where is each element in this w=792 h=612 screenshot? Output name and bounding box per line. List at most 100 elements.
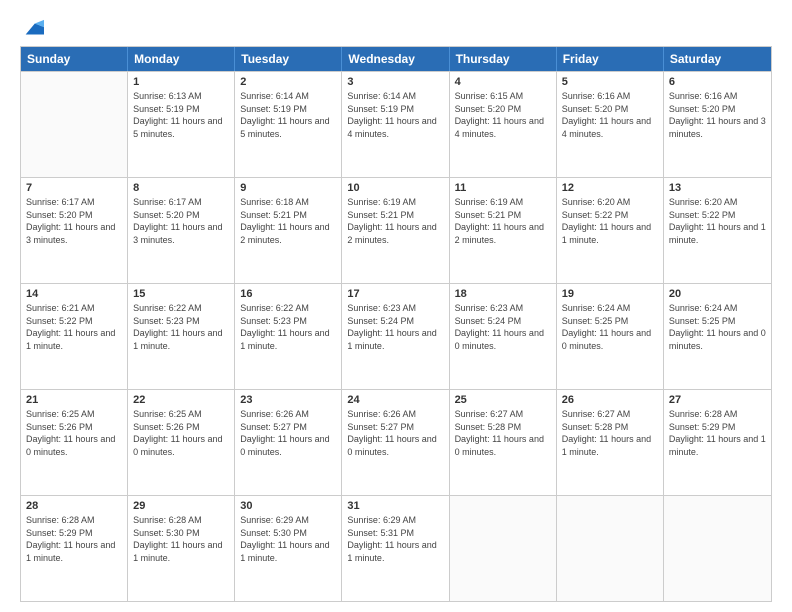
cell-info: Sunrise: 6:14 AMSunset: 5:19 PMDaylight:…	[240, 91, 329, 139]
weekday-header-monday: Monday	[128, 47, 235, 71]
calendar-cell: 3Sunrise: 6:14 AMSunset: 5:19 PMDaylight…	[342, 72, 449, 177]
day-number: 12	[562, 181, 658, 196]
calendar-cell: 19Sunrise: 6:24 AMSunset: 5:25 PMDayligh…	[557, 284, 664, 389]
calendar-body: 1Sunrise: 6:13 AMSunset: 5:19 PMDaylight…	[21, 71, 771, 601]
calendar-cell: 9Sunrise: 6:18 AMSunset: 5:21 PMDaylight…	[235, 178, 342, 283]
day-number: 14	[26, 287, 122, 302]
weekday-header-saturday: Saturday	[664, 47, 771, 71]
calendar-cell: 24Sunrise: 6:26 AMSunset: 5:27 PMDayligh…	[342, 390, 449, 495]
calendar-cell: 27Sunrise: 6:28 AMSunset: 5:29 PMDayligh…	[664, 390, 771, 495]
calendar-row-2: 14Sunrise: 6:21 AMSunset: 5:22 PMDayligh…	[21, 283, 771, 389]
cell-info: Sunrise: 6:19 AMSunset: 5:21 PMDaylight:…	[455, 197, 544, 245]
day-number: 10	[347, 181, 443, 196]
day-number: 21	[26, 393, 122, 408]
calendar-header: SundayMondayTuesdayWednesdayThursdayFrid…	[21, 47, 771, 71]
calendar: SundayMondayTuesdayWednesdayThursdayFrid…	[20, 46, 772, 602]
day-number: 30	[240, 499, 336, 514]
cell-info: Sunrise: 6:20 AMSunset: 5:22 PMDaylight:…	[669, 197, 766, 245]
cell-info: Sunrise: 6:26 AMSunset: 5:27 PMDaylight:…	[240, 409, 329, 457]
day-number: 19	[562, 287, 658, 302]
cell-info: Sunrise: 6:27 AMSunset: 5:28 PMDaylight:…	[562, 409, 651, 457]
calendar-cell: 14Sunrise: 6:21 AMSunset: 5:22 PMDayligh…	[21, 284, 128, 389]
weekday-header-sunday: Sunday	[21, 47, 128, 71]
cell-info: Sunrise: 6:20 AMSunset: 5:22 PMDaylight:…	[562, 197, 651, 245]
cell-info: Sunrise: 6:16 AMSunset: 5:20 PMDaylight:…	[669, 91, 766, 139]
cell-info: Sunrise: 6:18 AMSunset: 5:21 PMDaylight:…	[240, 197, 329, 245]
calendar-cell: 20Sunrise: 6:24 AMSunset: 5:25 PMDayligh…	[664, 284, 771, 389]
day-number: 6	[669, 75, 766, 90]
day-number: 15	[133, 287, 229, 302]
calendar-cell: 21Sunrise: 6:25 AMSunset: 5:26 PMDayligh…	[21, 390, 128, 495]
calendar-row-4: 28Sunrise: 6:28 AMSunset: 5:29 PMDayligh…	[21, 495, 771, 601]
day-number: 5	[562, 75, 658, 90]
calendar-cell: 25Sunrise: 6:27 AMSunset: 5:28 PMDayligh…	[450, 390, 557, 495]
calendar-cell	[450, 496, 557, 601]
calendar-row-1: 7Sunrise: 6:17 AMSunset: 5:20 PMDaylight…	[21, 177, 771, 283]
page: SundayMondayTuesdayWednesdayThursdayFrid…	[0, 0, 792, 612]
cell-info: Sunrise: 6:29 AMSunset: 5:30 PMDaylight:…	[240, 515, 329, 563]
cell-info: Sunrise: 6:27 AMSunset: 5:28 PMDaylight:…	[455, 409, 544, 457]
calendar-cell: 31Sunrise: 6:29 AMSunset: 5:31 PMDayligh…	[342, 496, 449, 601]
cell-info: Sunrise: 6:14 AMSunset: 5:19 PMDaylight:…	[347, 91, 436, 139]
day-number: 22	[133, 393, 229, 408]
cell-info: Sunrise: 6:24 AMSunset: 5:25 PMDaylight:…	[562, 303, 651, 351]
weekday-header-tuesday: Tuesday	[235, 47, 342, 71]
day-number: 24	[347, 393, 443, 408]
calendar-cell: 4Sunrise: 6:15 AMSunset: 5:20 PMDaylight…	[450, 72, 557, 177]
calendar-row-0: 1Sunrise: 6:13 AMSunset: 5:19 PMDaylight…	[21, 71, 771, 177]
calendar-cell: 5Sunrise: 6:16 AMSunset: 5:20 PMDaylight…	[557, 72, 664, 177]
calendar-cell: 17Sunrise: 6:23 AMSunset: 5:24 PMDayligh…	[342, 284, 449, 389]
cell-info: Sunrise: 6:25 AMSunset: 5:26 PMDaylight:…	[133, 409, 222, 457]
calendar-cell: 6Sunrise: 6:16 AMSunset: 5:20 PMDaylight…	[664, 72, 771, 177]
calendar-cell: 11Sunrise: 6:19 AMSunset: 5:21 PMDayligh…	[450, 178, 557, 283]
weekday-header-wednesday: Wednesday	[342, 47, 449, 71]
calendar-cell: 7Sunrise: 6:17 AMSunset: 5:20 PMDaylight…	[21, 178, 128, 283]
cell-info: Sunrise: 6:17 AMSunset: 5:20 PMDaylight:…	[26, 197, 115, 245]
cell-info: Sunrise: 6:28 AMSunset: 5:30 PMDaylight:…	[133, 515, 222, 563]
calendar-cell	[557, 496, 664, 601]
day-number: 2	[240, 75, 336, 90]
day-number: 25	[455, 393, 551, 408]
day-number: 17	[347, 287, 443, 302]
calendar-cell: 23Sunrise: 6:26 AMSunset: 5:27 PMDayligh…	[235, 390, 342, 495]
cell-info: Sunrise: 6:22 AMSunset: 5:23 PMDaylight:…	[133, 303, 222, 351]
day-number: 27	[669, 393, 766, 408]
cell-info: Sunrise: 6:19 AMSunset: 5:21 PMDaylight:…	[347, 197, 436, 245]
cell-info: Sunrise: 6:16 AMSunset: 5:20 PMDaylight:…	[562, 91, 651, 139]
calendar-cell: 29Sunrise: 6:28 AMSunset: 5:30 PMDayligh…	[128, 496, 235, 601]
day-number: 20	[669, 287, 766, 302]
day-number: 18	[455, 287, 551, 302]
calendar-cell: 12Sunrise: 6:20 AMSunset: 5:22 PMDayligh…	[557, 178, 664, 283]
day-number: 29	[133, 499, 229, 514]
day-number: 28	[26, 499, 122, 514]
cell-info: Sunrise: 6:23 AMSunset: 5:24 PMDaylight:…	[347, 303, 436, 351]
day-number: 26	[562, 393, 658, 408]
day-number: 9	[240, 181, 336, 196]
weekday-header-friday: Friday	[557, 47, 664, 71]
calendar-cell	[664, 496, 771, 601]
cell-info: Sunrise: 6:22 AMSunset: 5:23 PMDaylight:…	[240, 303, 329, 351]
cell-info: Sunrise: 6:25 AMSunset: 5:26 PMDaylight:…	[26, 409, 115, 457]
cell-info: Sunrise: 6:24 AMSunset: 5:25 PMDaylight:…	[669, 303, 766, 351]
day-number: 23	[240, 393, 336, 408]
cell-info: Sunrise: 6:15 AMSunset: 5:20 PMDaylight:…	[455, 91, 544, 139]
header	[20, 18, 772, 40]
day-number: 1	[133, 75, 229, 90]
calendar-cell: 10Sunrise: 6:19 AMSunset: 5:21 PMDayligh…	[342, 178, 449, 283]
cell-info: Sunrise: 6:17 AMSunset: 5:20 PMDaylight:…	[133, 197, 222, 245]
calendar-cell: 1Sunrise: 6:13 AMSunset: 5:19 PMDaylight…	[128, 72, 235, 177]
day-number: 13	[669, 181, 766, 196]
logo	[20, 18, 44, 40]
calendar-cell: 26Sunrise: 6:27 AMSunset: 5:28 PMDayligh…	[557, 390, 664, 495]
cell-info: Sunrise: 6:21 AMSunset: 5:22 PMDaylight:…	[26, 303, 115, 351]
calendar-cell: 28Sunrise: 6:28 AMSunset: 5:29 PMDayligh…	[21, 496, 128, 601]
day-number: 8	[133, 181, 229, 196]
calendar-cell: 13Sunrise: 6:20 AMSunset: 5:22 PMDayligh…	[664, 178, 771, 283]
day-number: 4	[455, 75, 551, 90]
day-number: 31	[347, 499, 443, 514]
cell-info: Sunrise: 6:28 AMSunset: 5:29 PMDaylight:…	[26, 515, 115, 563]
logo-icon	[22, 18, 44, 40]
day-number: 3	[347, 75, 443, 90]
calendar-row-3: 21Sunrise: 6:25 AMSunset: 5:26 PMDayligh…	[21, 389, 771, 495]
calendar-cell: 16Sunrise: 6:22 AMSunset: 5:23 PMDayligh…	[235, 284, 342, 389]
